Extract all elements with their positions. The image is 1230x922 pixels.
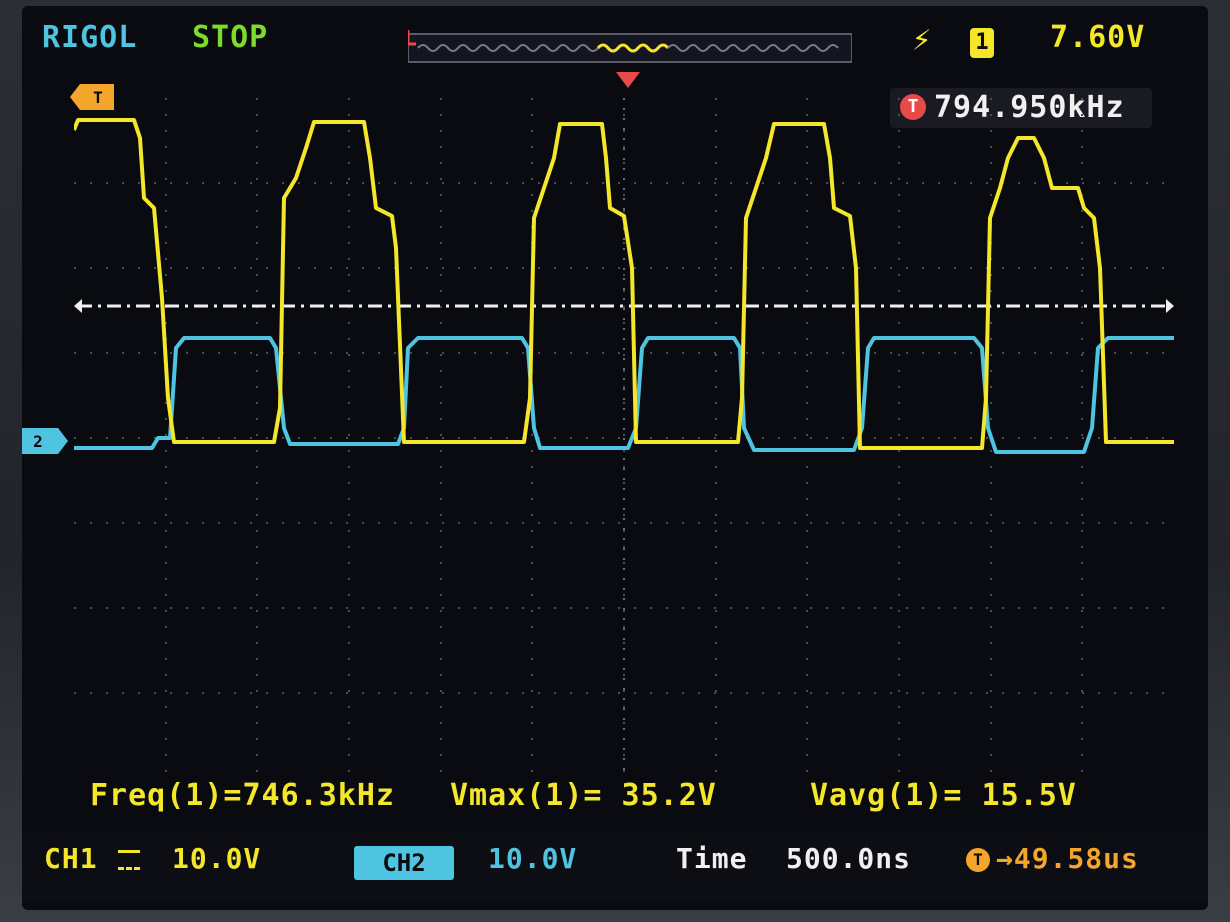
measurement-vmax: Vmax(1)= 35.2V bbox=[450, 778, 717, 813]
oscilloscope-screen: RIGOL STOP ⚡ 1 7.60V T 794.950kHz T 2 Fr… bbox=[22, 6, 1208, 910]
trigger-source-badge: 1 bbox=[970, 28, 994, 58]
measurement-vavg: Vavg(1)= 15.5V bbox=[810, 778, 1077, 813]
brand-label: RIGOL bbox=[42, 20, 138, 55]
ch2-ground-marker: 2 bbox=[22, 428, 68, 454]
svg-text:T: T bbox=[93, 88, 103, 107]
ch1-trigger-marker: T bbox=[70, 84, 114, 110]
ch2-scale[interactable]: 10.0V bbox=[488, 842, 577, 875]
timebase-scale[interactable]: 500.0ns bbox=[786, 842, 911, 875]
trigger-level-left-cap bbox=[74, 299, 82, 313]
ch1-scale[interactable]: 10.0V bbox=[172, 842, 261, 875]
trigger-offset[interactable]: →49.58us bbox=[996, 842, 1139, 875]
svg-text:2: 2 bbox=[33, 432, 43, 451]
dc-coupling-icon bbox=[118, 850, 140, 870]
trigger-level-right-cap bbox=[1166, 299, 1174, 313]
memory-overview-strip bbox=[408, 30, 852, 63]
ch2-label[interactable]: CH2 bbox=[354, 846, 454, 880]
ch1-label[interactable]: CH1 bbox=[44, 842, 98, 875]
timebase-label: Time bbox=[676, 842, 748, 875]
run-state-label: STOP bbox=[192, 20, 269, 55]
trigger-offset-icon: T bbox=[966, 848, 990, 872]
waveform-display bbox=[74, 98, 1174, 778]
rising-edge-icon: ⚡ bbox=[912, 20, 933, 58]
trigger-level: 7.60V bbox=[1050, 20, 1146, 55]
measurement-frequency: Freq(1)=746.3kHz bbox=[90, 778, 395, 813]
trigger-position-marker bbox=[616, 72, 640, 88]
